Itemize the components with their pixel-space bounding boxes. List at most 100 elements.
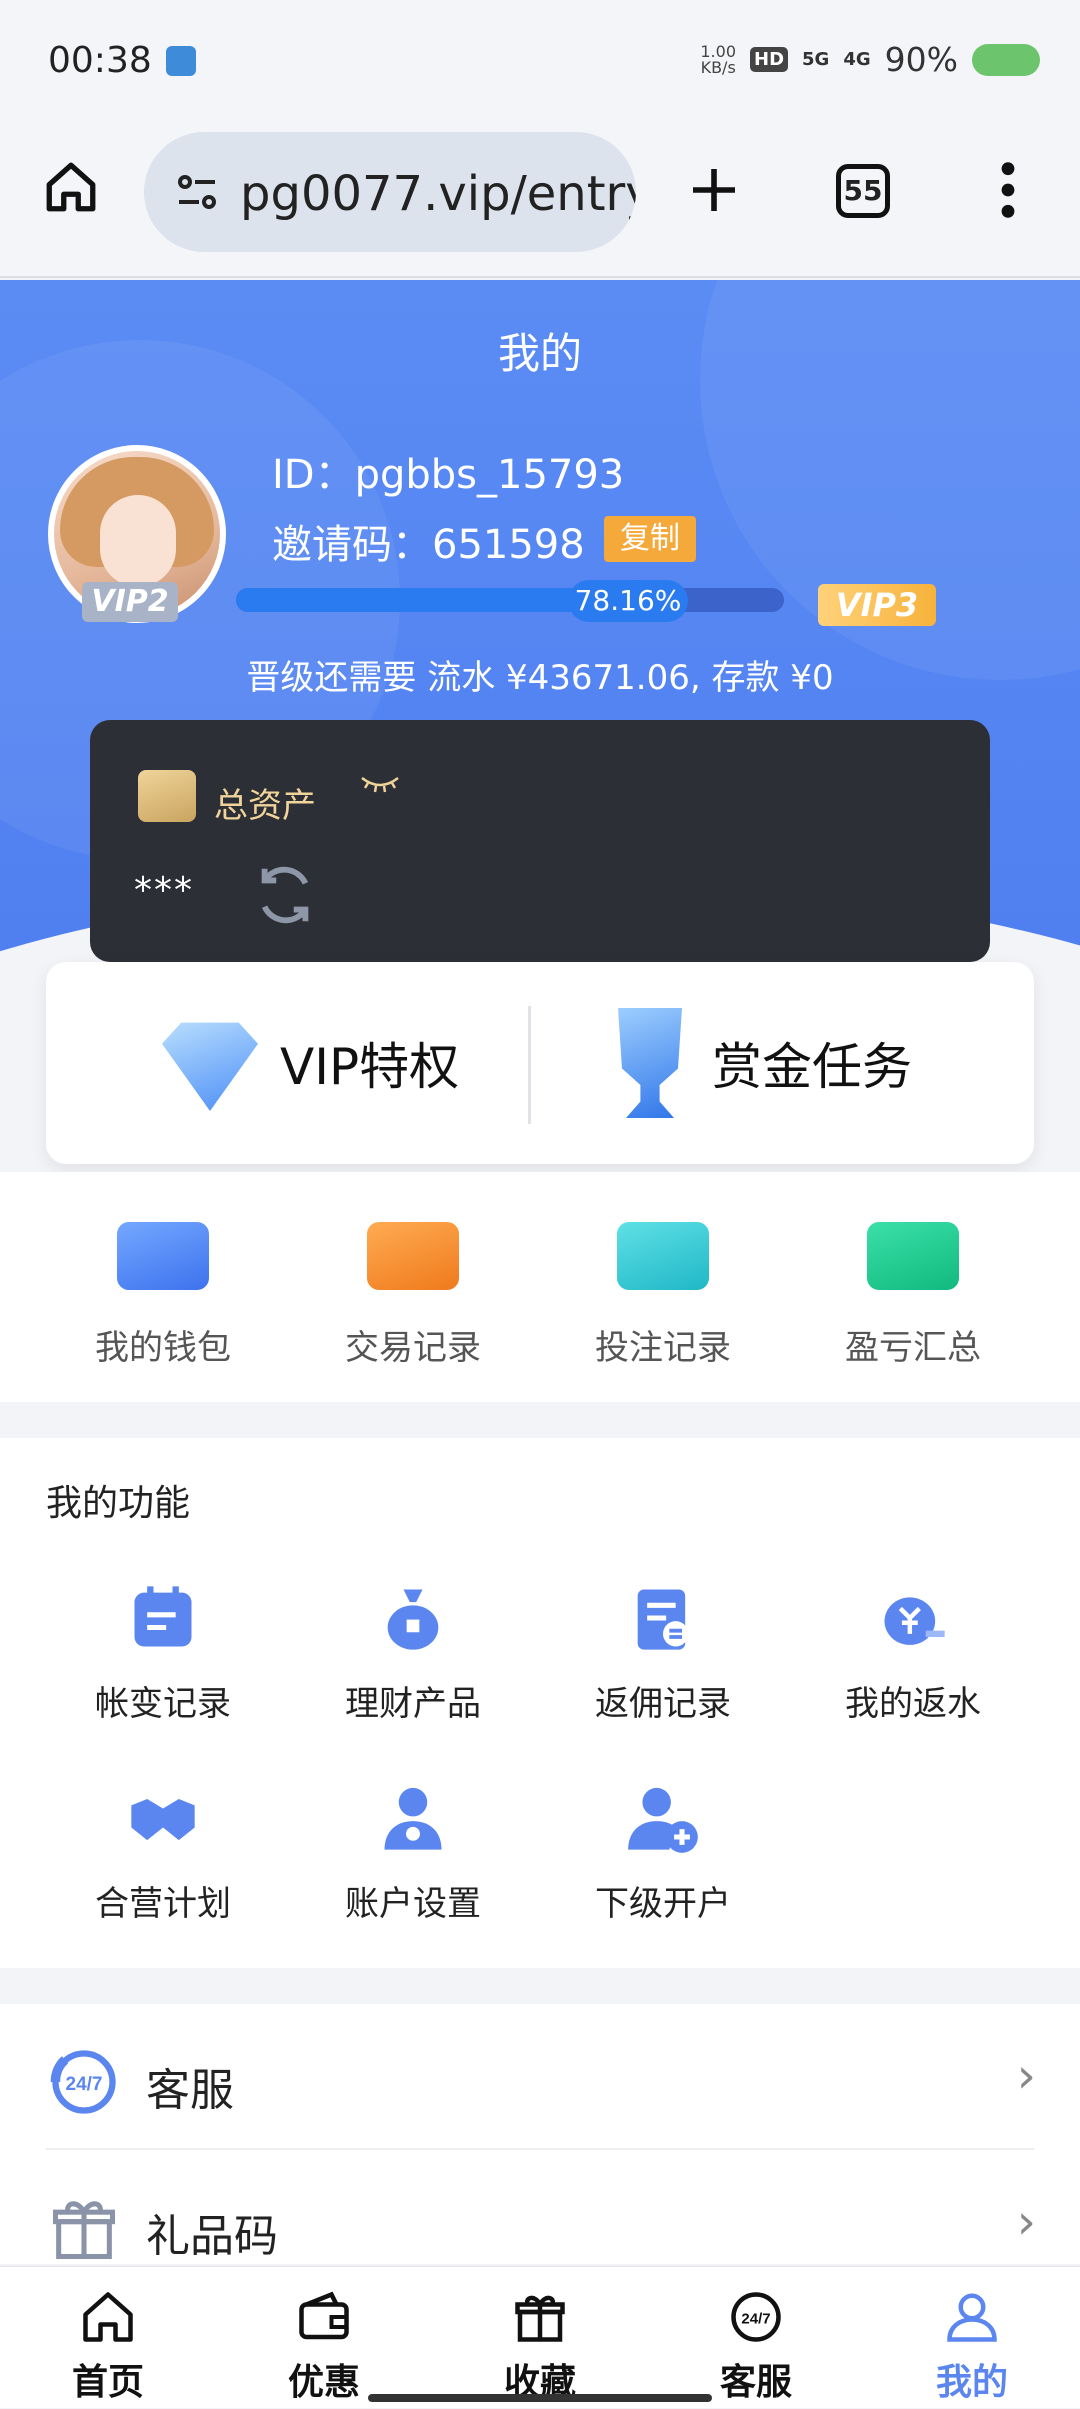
svg-text:24/7: 24/7: [66, 2074, 103, 2095]
vip-progress-bar: [236, 588, 784, 612]
nav-label: 我的: [935, 2362, 1008, 2403]
new-tab-icon[interactable]: [686, 162, 742, 218]
home-icon: [76, 2285, 140, 2349]
nav-support[interactable]: 24/7 客服: [648, 2267, 864, 2409]
total-assets-card: 总资产 ***: [90, 720, 990, 962]
svg-text:24/7: 24/7: [741, 2310, 770, 2327]
func-label: 理财产品: [345, 1684, 481, 1724]
status-time: 00:38: [48, 40, 152, 81]
vip-privilege-label: VIP特权: [280, 1038, 460, 1096]
shortcut-label: 我的钱包: [95, 1328, 231, 1368]
func-label: 账户设置: [345, 1884, 481, 1924]
bottom-nav: 首页 优惠 收藏 24/7 客服 我的: [0, 2266, 1080, 2408]
vip-current-badge: VIP2: [82, 582, 178, 622]
func-label: 合营计划: [95, 1884, 231, 1924]
func-label: 帐变记录: [95, 1684, 231, 1724]
wallet-icon: [292, 2285, 356, 2349]
func-sub-account[interactable]: 下级开户: [528, 1778, 798, 1978]
func-label: 下级开户: [595, 1884, 731, 1924]
trophy-icon: [618, 1008, 682, 1118]
list-item-label: 礼品码: [146, 2211, 278, 2262]
func-rebate-history[interactable]: 返佣记录: [528, 1578, 798, 1778]
handshake-icon: [123, 1778, 203, 1858]
support-247-icon: 24/7: [50, 2050, 116, 2114]
shortcut-label: 投注记录: [595, 1328, 731, 1368]
shortcut-profit[interactable]: 盈亏汇总: [778, 1172, 1048, 1402]
user-settings-icon: [373, 1778, 453, 1858]
func-my-rebate[interactable]: 我的返水: [778, 1578, 1048, 1778]
gesture-bar: [368, 2394, 712, 2402]
vip-progress-label: 78.16%: [568, 580, 688, 622]
upgrade-requirement: 晋级还需要 流水 ¥43671.06, 存款 ¥0: [246, 658, 834, 698]
user-icon: [940, 2285, 1004, 2349]
nav-label: 首页: [71, 2362, 144, 2403]
nav-favorites[interactable]: 收藏: [432, 2267, 648, 2409]
browser-toolbar: pg0077.vip/entry 55: [0, 120, 1080, 278]
nav-me[interactable]: 我的: [864, 2267, 1080, 2409]
signal-5g-icon: 5G: [802, 49, 830, 70]
shortcut-bets[interactable]: 投注记录: [528, 1172, 798, 1402]
user-id: ID：pgbbs_15793: [272, 452, 625, 498]
shortcut-label: 盈亏汇总: [845, 1328, 981, 1368]
url-bar[interactable]: pg0077.vip/entry: [144, 132, 636, 252]
vip-diamond-icon: [162, 1022, 258, 1111]
clipboard-icon: [623, 1578, 703, 1658]
assets-label: 总资产: [214, 786, 316, 826]
battery-percent: 90%: [884, 40, 958, 79]
status-bar: 00:38 1.00 KB/s HD 5G 4G 90%: [0, 0, 1080, 120]
invite-code: 邀请码：651598: [272, 522, 585, 568]
eye-closed-icon[interactable]: [360, 772, 400, 796]
calendar-note-icon: [123, 1578, 203, 1658]
refresh-icon[interactable]: [250, 860, 320, 930]
net-speed: 1.00 KB/s: [700, 41, 736, 77]
profit-chart-icon: [867, 1222, 959, 1290]
func-label: 我的返水: [845, 1684, 981, 1724]
site-settings-icon[interactable]: [172, 168, 222, 216]
wallet-icon: [138, 770, 196, 822]
support-icon: 24/7: [724, 2285, 788, 2349]
chevron-right-icon: ›: [1016, 2048, 1036, 2104]
wallet-card-icon: [117, 1222, 209, 1290]
menu-list: 24/7 客服 › 礼品码 ›: [0, 2004, 1080, 2264]
nav-home[interactable]: 首页: [0, 2267, 216, 2409]
shortcut-transactions[interactable]: 交易记录: [278, 1172, 548, 1402]
page-title: 我的: [497, 329, 582, 378]
chevron-right-icon: ›: [1016, 2194, 1036, 2250]
vip-next-badge: VIP3: [818, 584, 936, 626]
section-title: 我的功能: [46, 1483, 191, 1524]
url-text: pg0077.vip/entry: [240, 166, 636, 222]
bets-icon: [617, 1222, 709, 1290]
list-item-support[interactable]: 24/7 客服 ›: [0, 2004, 1080, 2150]
shortcut-row: 我的钱包 交易记录 投注记录 盈亏汇总: [0, 1172, 1080, 1402]
assets-value: ***: [134, 870, 194, 911]
func-finance-products[interactable]: 理财产品: [278, 1578, 548, 1778]
shortcut-wallet[interactable]: 我的钱包: [28, 1172, 298, 1402]
shortcut-label: 交易记录: [345, 1328, 481, 1368]
divider: [528, 1006, 531, 1124]
app-notification-icon: [166, 46, 196, 76]
list-item-label: 客服: [146, 2065, 234, 2116]
tab-count-button[interactable]: 55: [836, 164, 890, 218]
more-menu-icon[interactable]: [990, 158, 1026, 222]
bounty-task-button[interactable]: 赏金任务: [610, 962, 912, 1164]
my-functions-section: 我的功能 帐变记录 理财产品 返佣记录 我的返水 合营计划 账户设置 下级开户: [0, 1438, 1080, 1968]
bounty-task-label: 赏金任务: [712, 1038, 912, 1096]
copy-button[interactable]: 复制: [604, 516, 696, 562]
quick-actions-card: VIP特权 赏金任务: [46, 962, 1034, 1164]
yen-bag-icon: [873, 1578, 953, 1658]
transactions-icon: [367, 1222, 459, 1290]
hd-icon: HD: [750, 47, 789, 72]
battery-icon: [972, 43, 1040, 76]
func-label: 返佣记录: [595, 1684, 731, 1724]
func-balance-history[interactable]: 帐变记录: [28, 1578, 298, 1778]
status-right: 1.00 KB/s HD 5G 4G 90%: [700, 40, 1040, 79]
func-partnership[interactable]: 合营计划: [28, 1778, 298, 1978]
func-account-settings[interactable]: 账户设置: [278, 1778, 548, 1978]
vip-privilege-button[interactable]: VIP特权: [162, 962, 459, 1164]
nav-promotions[interactable]: 优惠: [216, 2267, 432, 2409]
home-icon[interactable]: [42, 158, 100, 216]
signal-4g-icon: 4G: [843, 49, 871, 70]
money-bag-icon: [373, 1578, 453, 1658]
gift-box-icon: [52, 2201, 116, 2260]
gift-icon: [508, 2285, 572, 2349]
